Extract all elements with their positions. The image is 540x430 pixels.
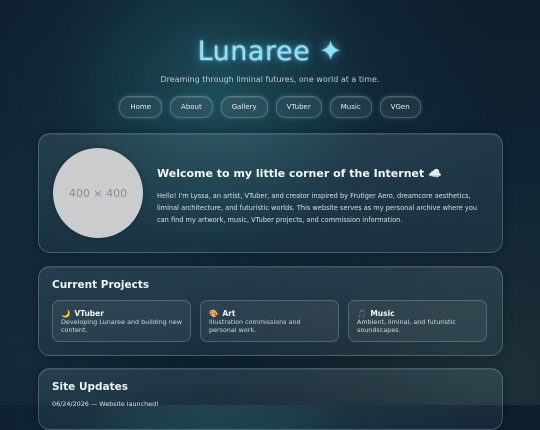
project-card-title: Art — [222, 309, 236, 318]
update-entry: 06/24/2026 — Website launched! — [52, 400, 159, 408]
avatar-placeholder: 400 × 400 — [53, 148, 143, 238]
main-nav: Home About Gallery VTuber Music VGen — [0, 96, 540, 118]
project-card-music: 🎵 Music Ambient, liminal, and futuristic… — [348, 300, 487, 342]
nav-music-button[interactable]: Music — [329, 96, 372, 118]
nav-about-button[interactable]: About — [170, 96, 213, 118]
welcome-heading: Welcome to my little corner of the Inter… — [157, 167, 442, 180]
nav-vtuber-button[interactable]: VTuber — [275, 96, 322, 118]
project-cards: 🌙 VTuber Developing Lunaree and building… — [52, 300, 487, 342]
welcome-panel: 400 × 400 Welcome to my little corner of… — [38, 133, 503, 253]
nav-vgen-button[interactable]: VGen — [379, 96, 421, 118]
music-note-icon: 🎵 — [357, 308, 367, 318]
projects-title: Current Projects — [52, 279, 150, 291]
project-card-desc: Ambient, liminal, and futuristic soundsc… — [357, 318, 456, 334]
project-card-art: 🎨 Art Illustration commissions and perso… — [200, 300, 339, 342]
project-card-desc: Developing Lunaree and building new cont… — [61, 318, 182, 334]
updates-title: Site Updates — [52, 381, 128, 393]
site-title: Lunaree ✦ — [197, 36, 343, 67]
nav-home-button[interactable]: Home — [119, 96, 163, 118]
project-card-title: Music — [370, 309, 395, 318]
nav-gallery-button[interactable]: Gallery — [220, 96, 268, 118]
project-card-vtuber: 🌙 VTuber Developing Lunaree and building… — [52, 300, 191, 342]
current-projects-panel: Current Projects 🌙 VTuber Developing Lun… — [38, 266, 503, 356]
welcome-text: Welcome to my little corner of the Inter… — [157, 167, 488, 226]
palette-icon: 🎨 — [209, 308, 219, 318]
welcome-body: Hello! I'm Lyssa, an artist, VTuber, and… — [157, 192, 478, 224]
moon-icon: 🌙 — [61, 308, 71, 318]
project-card-desc: Illustration commissions and personal wo… — [209, 318, 301, 334]
site-updates-panel: Site Updates 06/24/2026 — Website launch… — [38, 368, 503, 430]
project-card-title: VTuber — [74, 309, 104, 318]
site-tagline: Dreaming through liminal futures, one wo… — [160, 75, 380, 84]
